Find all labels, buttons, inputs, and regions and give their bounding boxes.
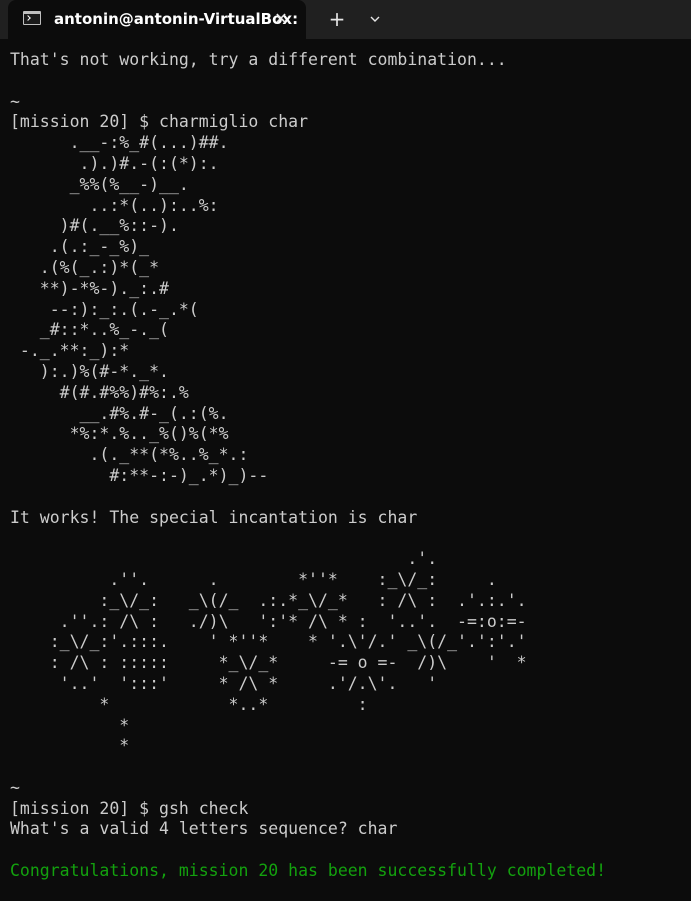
plus-icon: + [328,7,346,31]
terminal-line: -._.**:_):* [10,341,130,361]
terminal-line: [mission 20] $ gsh check [10,798,249,818]
terminal-window: antonin@antonin-VirtualBox: ✕ + That's n… [0,0,691,901]
terminal-line: : /\ : ::::: *_\/_* -= o =- /)\ ' * [10,653,527,673]
terminal-line: .__-:%_#(...)##. [10,133,229,153]
terminal-line: [mission 20] $ charmiglio char [10,112,309,132]
success-message: Congratulations, mission 20 has been suc… [10,861,607,881]
terminal-line: **)-*%-)._:.# [10,278,169,298]
tab-bar: antonin@antonin-VirtualBox: ✕ + [0,0,691,39]
terminal-line: ):.)%(#-*._*. [10,361,169,381]
terminal-tab[interactable]: antonin@antonin-VirtualBox: ✕ [8,0,306,39]
terminal-line: .).)#.-(:(*):. [10,153,219,173]
terminal-line: :_\/_: _\(/_ .:.*_\/_* : /\ : .'.:.'. [10,590,527,610]
terminal-line: :_\/_:'.:::. ' *''* * '.\'/.' _\(/_'.':'… [10,632,527,652]
terminal-line: .(%(_.:)*(_* [10,257,160,277]
terminal-line: __.#%.#-_(.:(%. [10,403,229,423]
close-icon[interactable]: ✕ [270,8,292,30]
terminal-line: * [10,736,130,756]
terminal-line: .''.: /\ : ./)\ ':'* /\ * : '..'. -=:o:=… [10,611,527,631]
terminal-text: That's not working, try a different comb… [10,50,606,882]
terminal-line: That's not working, try a different comb… [10,50,507,69]
terminal-line: '..' ':::' * /\ * .'/.\'. ' [10,673,438,693]
terminal-line: .'. [10,549,438,569]
tab-dropdown-button[interactable] [362,7,388,31]
terminal-line: .(._**(*%..%_*.: [10,445,249,465]
terminal-line: *%:*.%.._%()%(*% [10,424,229,444]
terminal-line: ..:*(..):..%: [10,195,219,215]
terminal-line: --:):_:.(.-_.*( [10,299,199,319]
new-tab-button[interactable]: + [322,7,352,31]
terminal-line: .''. . *''* :_\/_: . [10,569,497,589]
terminal-line: * *..* : [10,694,368,714]
terminal-line: #(#.#%%)#%:.% [10,382,189,402]
terminal-line: #:**-:-)_.*)_)-- [10,465,269,485]
terminal-line: What's a valid 4 letters sequence? char [10,819,398,839]
terminal-icon [23,11,41,25]
terminal-line: ~ [10,91,20,111]
terminal-line: _%%(%__-)__. [10,174,189,194]
terminal-line: _#::*..%_-._( [10,320,169,340]
tab-title: antonin@antonin-VirtualBox: [54,10,299,28]
terminal-line: * [10,715,130,735]
terminal-line: It works! The special incantation is cha… [10,507,418,527]
terminal-line: ~ [10,777,20,797]
terminal-line: .(.:_-_%)_ [10,237,150,257]
terminal-output-area[interactable]: That's not working, try a different comb… [0,39,691,901]
terminal-line: )#(.__%::-). [10,216,179,236]
chevron-down-icon [370,16,380,22]
